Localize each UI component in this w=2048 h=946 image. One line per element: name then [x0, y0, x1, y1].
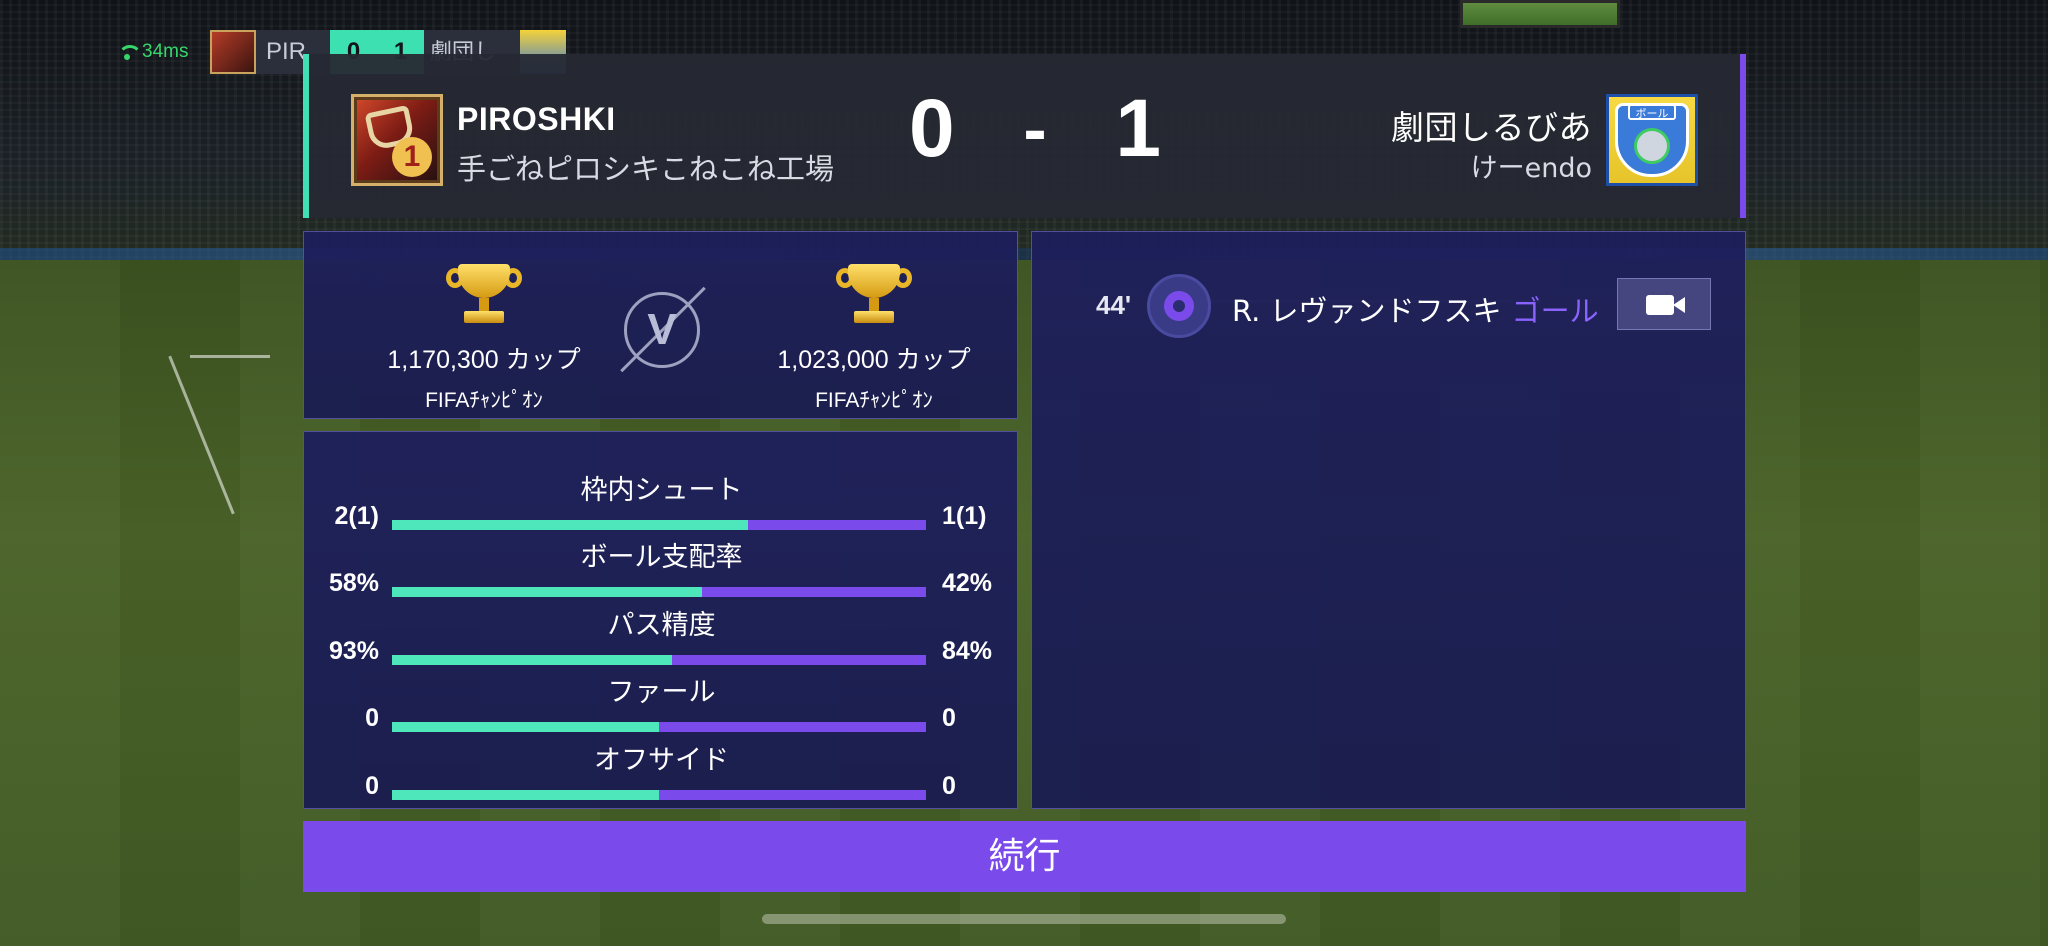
away-rank: FIFAﾁｬﾝﾋﾟｵﾝ [815, 389, 933, 412]
event-row: 44' R. レヴァンドフスキ ゴール [1032, 274, 1747, 338]
stat-away-value: 0 [942, 772, 956, 800]
stat-label: 枠内シュート [580, 475, 743, 506]
home-cups: 1,170,300 カップ FIFAﾁｬﾝﾋﾟｵﾝ [354, 264, 614, 414]
event-type: ゴール [1511, 294, 1599, 328]
away-team-name: 劇団しるびあ [1391, 108, 1592, 147]
soccer-ball-icon [1147, 274, 1211, 338]
stat-away-value: 42% [942, 569, 993, 597]
home-team-badge-icon: 1 [351, 94, 443, 186]
away-cup-count: 1,023,000 カップ [777, 346, 971, 374]
stat-row-possession: ボール支配率 58% 42% [304, 535, 1019, 597]
stat-away-value: 1(1) [942, 502, 987, 530]
trophy-icon [446, 264, 522, 328]
stat-away-value: 0 [942, 704, 956, 732]
home-cup-count: 1,170,300 カップ [387, 346, 581, 374]
cups-panel: 1,170,300 カップ FIFAﾁｬﾝﾋﾟｵﾝ V 1,023,000 カッ… [303, 231, 1018, 419]
connection-status: 34ms [118, 41, 210, 63]
home-team-name: PIROSHKI [457, 101, 616, 137]
continue-button[interactable]: 続行 [303, 821, 1746, 892]
event-description: R. レヴァンドフスキ ゴール [1232, 288, 1599, 330]
stat-bar [392, 520, 926, 530]
hud-home-badge-icon [210, 30, 256, 74]
home-indicator[interactable] [762, 914, 1286, 924]
replay-button[interactable] [1617, 278, 1711, 330]
stat-away-value: 84% [942, 637, 993, 665]
event-minute: 44' [1096, 290, 1132, 320]
stat-home-value: 0 [365, 704, 379, 732]
away-cups: 1,023,000 カップ FIFAﾁｬﾝﾋﾟｵﾝ [744, 264, 1004, 414]
video-camera-icon [1646, 295, 1674, 315]
ping-value: 34ms [142, 41, 189, 62]
home-rank: FIFAﾁｬﾝﾋﾟｵﾝ [425, 389, 543, 412]
home-score: 0 [909, 83, 955, 174]
stat-bar [392, 587, 926, 597]
wifi-icon [118, 45, 142, 60]
stat-row-shots-on-target: 枠内シュート 2(1) 1(1) [304, 468, 1019, 530]
match-stats-panel: 枠内シュート 2(1) 1(1) ボール支配率 58% 42% パス精度 93%… [303, 431, 1018, 809]
stadium-screen [1460, 0, 1620, 28]
stat-label: ボール支配率 [580, 542, 743, 573]
home-team-subtitle: 手ごねピロシキこねこね工場 [457, 152, 835, 186]
stat-home-value: 0 [365, 772, 379, 800]
event-player-name: R. レヴァンドフスキ [1232, 294, 1502, 328]
stat-row-offsides: オフサイド 0 0 [304, 738, 1019, 800]
match-result-header: 1 PIROSHKI 手ごねピロシキこねこね工場 0 - 1 劇団しるびあ けー… [303, 54, 1746, 218]
stat-home-value: 93% [328, 637, 379, 665]
stat-bar [392, 655, 926, 665]
stat-label: ファール [607, 677, 716, 708]
trophy-icon [836, 264, 912, 328]
stat-home-value: 58% [328, 569, 379, 597]
stat-label: オフサイド [594, 745, 729, 776]
stat-home-value: 2(1) [334, 502, 379, 530]
away-score: 1 [1115, 83, 1161, 174]
stat-row-fouls: ファール 0 0 [304, 670, 1019, 732]
final-score: 0 - 1 [909, 82, 1161, 176]
away-team-subtitle: けーendo [1470, 153, 1592, 184]
match-events-panel: 44' R. レヴァンドフスキ ゴール [1031, 231, 1746, 809]
away-team-badge-icon: ボール [1606, 94, 1698, 186]
score-separator: - [1023, 90, 1047, 168]
stat-label: パス精度 [607, 610, 716, 641]
stat-bar [392, 722, 926, 732]
versus-icon: V [624, 292, 700, 368]
stat-bar [392, 790, 926, 800]
stat-row-pass-accuracy: パス精度 93% 84% [304, 603, 1019, 665]
